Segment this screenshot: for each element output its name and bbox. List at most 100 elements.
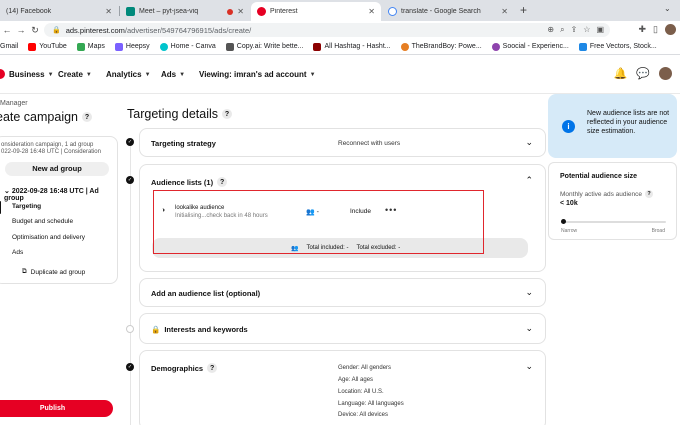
narrow-label: Narrow bbox=[561, 228, 578, 234]
messages-icon[interactable]: 💬 bbox=[636, 67, 650, 80]
publish-button[interactable]: Publish bbox=[0, 400, 113, 417]
address-bar[interactable]: 🔒 ads.pinterest.com/advertiser/549764796… bbox=[44, 23, 610, 37]
profile-avatar[interactable] bbox=[665, 24, 676, 35]
account-selector[interactable]: Viewing: imran's ad account ▼ bbox=[199, 70, 316, 79]
lock-icon[interactable]: 🔒 bbox=[52, 26, 61, 34]
sidepanel-icon[interactable]: ▯ bbox=[653, 24, 658, 35]
sidebar-item-optimisation[interactable]: Optimisation and delivery bbox=[12, 234, 85, 241]
menu-analytics[interactable]: Analytics ▼ bbox=[106, 70, 151, 79]
check-icon: ✓ bbox=[126, 176, 134, 184]
section-title: Targeting strategy bbox=[151, 139, 216, 148]
bookmark-label: Free Vectors, Stock... bbox=[589, 43, 657, 50]
bookmark-maps[interactable]: Maps bbox=[76, 42, 105, 51]
targeting-strategy-section[interactable]: Targeting strategy Reconnect with users … bbox=[139, 128, 546, 157]
bookmark-copyai[interactable]: Copy.ai: Write bette... bbox=[225, 42, 303, 51]
chevron-down-icon[interactable]: ⌄ bbox=[525, 287, 533, 298]
help-icon[interactable]: ? bbox=[645, 190, 654, 198]
back-icon[interactable]: ← bbox=[0, 25, 14, 35]
help-icon[interactable]: ? bbox=[207, 363, 218, 373]
page-title-text: Targeting details bbox=[127, 107, 219, 121]
chevron-down-icon[interactable]: ⌄ bbox=[525, 323, 533, 334]
section-title-text: Audience lists (1) bbox=[151, 177, 214, 187]
menu-label: Create bbox=[58, 70, 83, 79]
new-tab-button[interactable]: + bbox=[520, 3, 527, 17]
puzzle-icon[interactable]: ✚ bbox=[639, 24, 647, 35]
bookmark-label: Maps bbox=[87, 43, 105, 50]
forward-icon[interactable]: → bbox=[14, 25, 28, 35]
close-icon[interactable]: ✕ bbox=[105, 7, 112, 16]
close-icon[interactable]: ✕ bbox=[368, 7, 375, 16]
potential-subtitle-text: Monthly active ads audience bbox=[560, 190, 643, 198]
bookmark-heepsy[interactable]: Heepsy bbox=[114, 42, 150, 51]
copyai-icon bbox=[225, 42, 234, 51]
menu-label: Analytics bbox=[106, 70, 142, 79]
potential-value: < 10k bbox=[560, 200, 578, 207]
tab-facebook[interactable]: (14) Facebook ✕ bbox=[0, 2, 118, 21]
bookmark-canva[interactable]: Home - Canva bbox=[159, 42, 216, 51]
browser-toolbar: ← → ↻ 🔒 ads.pinterest.com/advertiser/549… bbox=[0, 21, 680, 39]
menu-business[interactable]: Business ▼ bbox=[9, 70, 54, 79]
interests-section[interactable]: 🔒 Interests and keywords ⌄ bbox=[139, 313, 546, 344]
sidebar-item-budget[interactable]: Budget and schedule bbox=[12, 218, 73, 225]
tab-search-icon[interactable]: ⌄ bbox=[664, 4, 671, 13]
tab-title: Pinterest bbox=[270, 8, 298, 15]
freevectors-icon bbox=[578, 42, 587, 51]
chevron-up-icon[interactable]: ⌃ bbox=[525, 175, 533, 186]
url-host: ads.pinterest.com bbox=[65, 25, 125, 35]
section-title-text: Interests and keywords bbox=[164, 325, 248, 334]
bookmark-label: TheBrandBoy: Powe... bbox=[411, 43, 482, 50]
bookmark-youtube[interactable]: YouTube bbox=[28, 42, 67, 51]
tab-title: (14) Facebook bbox=[6, 8, 52, 15]
duplicate-ad-group-button[interactable]: ⧉ Duplicate ad group bbox=[22, 268, 85, 276]
share-icon[interactable]: ⇪ bbox=[571, 25, 578, 35]
bookmark-thebrandboy[interactable]: TheBrandBoy: Powe... bbox=[400, 42, 482, 51]
ad-group-title[interactable]: ⌄ 2022-09-28 16:48 UTC | Ad group bbox=[4, 187, 113, 202]
install-icon[interactable]: ⊕ bbox=[547, 25, 554, 35]
bookmark-allhashtag[interactable]: All Hashtag - Hasht... bbox=[313, 42, 391, 51]
tab-pinterest[interactable]: Pinterest ✕ bbox=[251, 2, 381, 21]
chevron-down-icon[interactable]: ⌄ bbox=[525, 137, 533, 148]
bookmark-freevectors[interactable]: Free Vectors, Stock... bbox=[578, 42, 657, 51]
close-icon[interactable]: ✕ bbox=[501, 7, 508, 16]
close-icon[interactable]: ✕ bbox=[237, 7, 244, 16]
chevron-down-icon: ▼ bbox=[309, 71, 316, 78]
active-indicator bbox=[0, 201, 1, 214]
highlight-box bbox=[153, 190, 484, 254]
tab-meet[interactable]: Meet – pyt-jsea-viq ✕ bbox=[120, 2, 250, 21]
meter-indicator bbox=[561, 219, 567, 224]
help-icon[interactable]: ? bbox=[222, 109, 233, 119]
recording-icon bbox=[227, 8, 234, 15]
check-icon: ✓ bbox=[126, 138, 134, 146]
tab-google[interactable]: translate - Google Search ✕ bbox=[382, 2, 514, 21]
sidebar-title: eate campaign ? bbox=[0, 110, 93, 124]
zoom-icon[interactable]: ⌕ bbox=[560, 25, 564, 35]
reload-icon[interactable]: ↻ bbox=[28, 25, 42, 36]
meet-icon bbox=[126, 7, 135, 16]
help-icon[interactable]: ? bbox=[217, 177, 228, 187]
extension-icon[interactable]: ▣ bbox=[596, 25, 604, 35]
duplicate-label: Duplicate ad group bbox=[30, 268, 86, 276]
info-text: New audience lists are not reflected in … bbox=[587, 110, 670, 135]
bell-icon[interactable]: 🔔 bbox=[614, 67, 628, 80]
bookmark-label: Gmail bbox=[0, 43, 19, 50]
pinterest-header: Business ▼ Create ▼ Analytics ▼ Ads ▼ Viewin… bbox=[0, 56, 680, 94]
new-ad-group-button[interactable]: New ad group bbox=[5, 162, 109, 176]
demographic-device: Device: All devices bbox=[338, 412, 389, 418]
header-actions: 🔔 💬 bbox=[614, 67, 672, 80]
menu-create[interactable]: Create ▼ bbox=[58, 70, 92, 79]
add-audience-section[interactable]: Add an audience list (optional) ⌄ bbox=[139, 278, 546, 307]
pinterest-logo-icon[interactable] bbox=[0, 69, 5, 79]
bookmark-label: All Hashtag - Hasht... bbox=[324, 43, 391, 50]
section-title: Audience lists (1) ? bbox=[151, 177, 228, 187]
bookmark-gmail[interactable]: Gmail bbox=[0, 43, 18, 50]
sidebar-item-targeting[interactable]: Targeting bbox=[12, 203, 41, 210]
menu-ads[interactable]: Ads ▼ bbox=[161, 70, 185, 79]
help-icon[interactable]: ? bbox=[82, 112, 93, 122]
section-title: Add an audience list (optional) bbox=[151, 289, 261, 298]
chevron-down-icon[interactable]: ⌄ bbox=[525, 361, 533, 372]
sidebar-item-ads[interactable]: Ads bbox=[12, 249, 23, 256]
bookmark-star-icon[interactable]: ☆ bbox=[583, 25, 590, 35]
bookmark-soocial[interactable]: Soocial - Experienc... bbox=[491, 42, 569, 51]
menu-label: Business bbox=[9, 70, 45, 79]
user-avatar[interactable] bbox=[659, 67, 672, 80]
